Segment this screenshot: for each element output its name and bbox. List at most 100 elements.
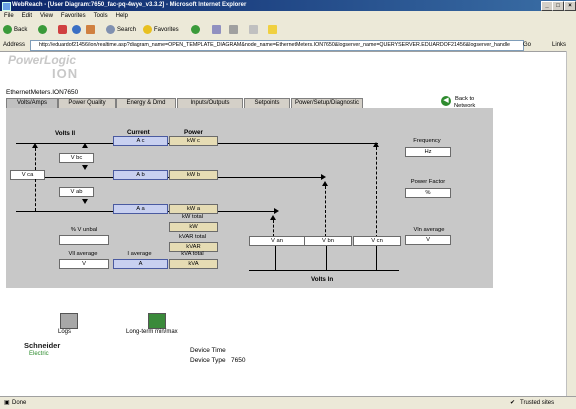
back-arrow-icon xyxy=(3,24,12,34)
chart-icon xyxy=(148,313,166,329)
menu-edit[interactable]: Edit xyxy=(18,11,36,22)
stop-button[interactable] xyxy=(58,24,69,36)
vll-average-value: V xyxy=(59,259,109,269)
v-unbal-value xyxy=(59,235,109,245)
vll-average-label: Vll average xyxy=(68,251,98,257)
v-an-ground xyxy=(275,246,276,270)
current-a-a: A a xyxy=(113,204,168,214)
longterm-label[interactable]: Long-term min/max xyxy=(126,329,178,335)
v-bn-dash xyxy=(325,186,326,237)
logs-label[interactable]: Logs xyxy=(58,329,71,335)
history-button[interactable] xyxy=(191,24,202,36)
links-button[interactable]: Links xyxy=(552,39,566,51)
search-icon xyxy=(106,24,115,34)
vln-average-label: Vln average xyxy=(413,227,445,233)
i-average-label: I average xyxy=(127,251,152,257)
vln-average-value: V xyxy=(405,235,451,245)
close-button[interactable]: × xyxy=(564,1,576,11)
stop-icon xyxy=(58,24,67,34)
menu-favorites[interactable]: Favorites xyxy=(57,11,90,22)
power-header: Power xyxy=(184,129,203,136)
home-button[interactable] xyxy=(86,24,97,36)
mail-icon xyxy=(212,24,221,34)
maximize-button[interactable]: □ xyxy=(552,1,564,11)
power-factor-label: Power Factor xyxy=(410,179,446,185)
go-button[interactable]: Go xyxy=(523,39,531,51)
volts-amps-diagram: Volts ll Current Power A c kW c V bc V c… xyxy=(6,108,493,288)
kw-total-label: kW total xyxy=(182,214,203,220)
device-name: EthernetMeters.ION7650 xyxy=(6,89,79,96)
powerlogic-ion-logo: PowerLogic ION xyxy=(8,53,79,81)
status-text: Done xyxy=(12,400,27,406)
v-ca-dash-lower xyxy=(35,179,36,211)
electric-logo-text: Electric xyxy=(29,351,49,357)
vertical-scrollbar[interactable] xyxy=(566,51,576,396)
refresh-button[interactable] xyxy=(72,24,83,36)
forward-button[interactable] xyxy=(38,24,49,36)
device-type-label: Device Type xyxy=(190,357,226,364)
voltage-v-an: V an xyxy=(249,236,305,246)
search-button[interactable]: Search xyxy=(106,24,136,36)
tab-setup-diagnostic[interactable]: Power/Setup/Diagnostic xyxy=(291,98,363,108)
v-bc-arrow-down xyxy=(82,165,88,170)
mail-button[interactable] xyxy=(212,24,223,36)
v-an-dash xyxy=(273,220,274,237)
kva-total-value: kVA xyxy=(169,259,218,269)
edit-button[interactable] xyxy=(249,24,260,36)
ie-app-icon xyxy=(2,2,11,11)
window-title: WebReach - [User Diagram:7650_fac-pq-4wy… xyxy=(12,2,247,8)
frequency-value: Hz xyxy=(405,147,451,157)
address-bar: Address http://eduardof21456/ion/realtim… xyxy=(0,39,576,52)
power-kw-c: kW c xyxy=(169,136,218,146)
print-button[interactable] xyxy=(229,24,240,36)
toolbar: Back Search Favorites xyxy=(0,22,576,40)
phase-a-arrow xyxy=(274,208,279,214)
v-cn-dash xyxy=(376,147,377,238)
frequency-label: Frequency xyxy=(413,138,441,144)
v-ab-arrow-down xyxy=(82,199,88,204)
tab-inputs-outputs[interactable]: Inputs/Outputs xyxy=(177,98,243,108)
menu-tools[interactable]: Tools xyxy=(90,11,112,22)
favorites-button[interactable]: Favorites xyxy=(143,24,179,36)
address-input[interactable]: http://eduardof21456/ion/realtime.asp?di… xyxy=(30,40,524,51)
volts-ll-header: Volts ll xyxy=(55,130,76,137)
kvar-total-label: kVAR total xyxy=(179,234,206,240)
discuss-button[interactable] xyxy=(268,24,279,36)
tab-energy-dmd[interactable]: Energy & Dmd xyxy=(116,98,176,108)
refresh-icon xyxy=(72,24,81,34)
home-icon xyxy=(86,24,95,34)
device-type-value: 7650 xyxy=(231,357,246,364)
v-unbal-label: % V unbal xyxy=(70,227,98,233)
v-cn-ground xyxy=(376,246,377,270)
current-a-c: A c xyxy=(113,136,168,146)
voltage-v-bc: V bc xyxy=(59,153,94,163)
device-time-label: Device Time xyxy=(190,347,226,354)
ie-page-icon: ▣ xyxy=(4,400,10,406)
security-zone-text: Trusted sites xyxy=(520,400,555,406)
tab-setpoints[interactable]: Setpoints xyxy=(244,98,290,108)
power-kw-b: kW b xyxy=(169,170,218,180)
back-button[interactable]: Back xyxy=(3,24,27,36)
kva-total-label: kVA total xyxy=(181,251,204,257)
volts-ln-header: Volts ln xyxy=(311,276,334,283)
back-arrow-icon: ◀ xyxy=(441,96,451,106)
window-title-bar: WebReach - [User Diagram:7650_fac-pq-4wy… xyxy=(0,0,576,11)
v-ca-dash xyxy=(35,148,36,170)
address-label: Address xyxy=(3,42,26,48)
phase-b-arrow xyxy=(321,174,326,180)
menu-file[interactable]: File xyxy=(0,11,18,22)
power-kw-a: kW a xyxy=(169,204,218,214)
status-bar: ▣ Done ✔ Trusted sites xyxy=(0,396,576,409)
power-factor-value: % xyxy=(405,188,451,198)
menu-help[interactable]: Help xyxy=(112,11,132,22)
voltage-v-ab: V ab xyxy=(59,187,94,197)
voltage-v-ca: V ca xyxy=(10,170,45,180)
i-average-value: A xyxy=(113,259,168,269)
history-icon xyxy=(191,24,200,34)
v-bc-arrow-up xyxy=(82,143,88,148)
menu-view[interactable]: View xyxy=(36,11,57,22)
tab-power-quality[interactable]: Power Quality xyxy=(58,98,116,108)
current-a-b: A b xyxy=(113,170,168,180)
voltage-v-bn: V bn xyxy=(304,236,352,246)
forward-arrow-icon xyxy=(38,24,47,34)
